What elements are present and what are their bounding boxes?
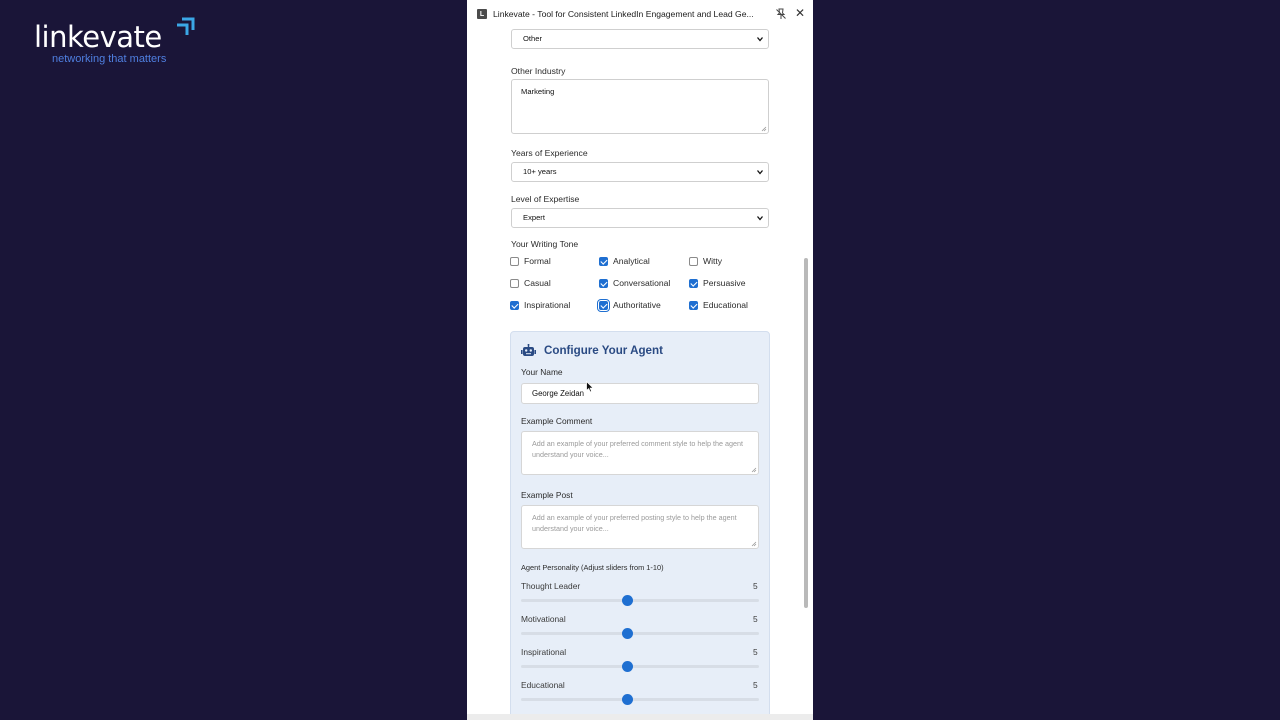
brand-tagline: networking that matters — [52, 53, 167, 65]
expertise-select[interactable]: Expert — [511, 208, 769, 228]
example-comment-field[interactable]: Add an example of your preferred comment… — [521, 431, 759, 475]
scrollbar-thumb[interactable] — [804, 258, 808, 608]
slider-thumb[interactable] — [621, 694, 633, 705]
chevron-down-icon — [757, 170, 763, 175]
other-industry-label: Other Industry — [511, 66, 566, 76]
your-name-input[interactable]: George Zeidan — [521, 383, 759, 404]
checkbox[interactable] — [689, 278, 698, 288]
tone-checkbox-formal[interactable]: Formal — [510, 256, 551, 266]
extension-panel: L Linkevate - Tool for Consistent Linked… — [467, 0, 813, 720]
tone-label: Your Writing Tone — [511, 239, 579, 249]
tone-option-label: Witty — [703, 256, 723, 266]
other-industry-value: Marketing — [521, 87, 555, 96]
resize-handle-icon[interactable] — [751, 467, 757, 473]
slider-value-educational: 5 — [753, 680, 758, 690]
checkbox[interactable] — [689, 300, 698, 310]
years-label: Years of Experience — [511, 148, 588, 158]
tone-option-label: Formal — [524, 256, 551, 266]
slider-label-inspirational: Inspirational — [521, 647, 567, 657]
close-icon[interactable]: ✕ — [795, 6, 805, 20]
checkbox[interactable] — [510, 300, 519, 310]
slider-value-inspirational: 5 — [753, 647, 758, 657]
example-post-placeholder: Add an example of your preferred posting… — [532, 513, 737, 533]
example-comment-placeholder: Add an example of your preferred comment… — [532, 439, 743, 459]
tone-option-label: Educational — [703, 300, 748, 310]
mouse-cursor-icon — [586, 381, 594, 393]
years-select-value: 10+ years — [523, 167, 557, 176]
tone-option-label: Casual — [524, 278, 551, 288]
tone-option-label: Inspirational — [524, 300, 571, 310]
tone-checkbox-conversational[interactable]: Conversational — [599, 278, 670, 288]
your-name-value: George Zeidan — [532, 389, 585, 398]
checkbox[interactable] — [510, 278, 519, 288]
slider-thumb[interactable] — [621, 661, 633, 672]
resize-handle-icon[interactable] — [761, 126, 767, 132]
tone-checkbox-witty[interactable]: Witty — [689, 256, 722, 266]
tone-checkbox-analytical[interactable]: Analytical — [599, 256, 650, 266]
expertise-select-value: Expert — [523, 213, 545, 222]
slider-value-motivational: 5 — [753, 614, 758, 624]
brand-logo: linkevate networking that matters — [34, 16, 204, 72]
slider-thumb[interactable] — [621, 628, 633, 639]
tone-checkbox-authoritative[interactable]: Authoritative — [597, 298, 661, 312]
slider-label-motivational: Motivational — [521, 614, 566, 624]
expertise-label: Level of Expertise — [511, 194, 580, 204]
slider-value-thought-leader: 5 — [753, 581, 758, 591]
brand-arrow-icon — [177, 17, 195, 35]
panel-bottom-edge — [467, 714, 813, 720]
resize-handle-icon[interactable] — [751, 541, 757, 547]
other-industry-field[interactable]: Marketing — [511, 79, 769, 134]
panel-title: Linkevate - Tool for Consistent LinkedIn… — [493, 9, 754, 19]
checkbox[interactable] — [599, 278, 608, 288]
tone-option-label: Conversational — [613, 278, 671, 288]
checkbox[interactable] — [597, 298, 610, 312]
slider-educational[interactable] — [521, 694, 759, 705]
tone-checkbox-educational[interactable]: Educational — [689, 300, 748, 310]
slider-label-thought-leader: Thought Leader — [521, 581, 581, 591]
chevron-down-icon — [757, 216, 763, 221]
agent-card-header: Configure Your Agent — [521, 344, 663, 357]
tone-checkbox-inspirational[interactable]: Inspirational — [510, 300, 570, 310]
agent-config-card: Configure Your Agent Your Name George Ze… — [510, 331, 770, 720]
agent-personality-label: Agent Personality (Adjust sliders from 1… — [521, 563, 664, 572]
example-comment-label: Example Comment — [521, 416, 593, 426]
robot-icon — [521, 344, 536, 356]
tone-option-label: Persuasive — [703, 278, 746, 288]
favicon-icon: L — [477, 9, 487, 19]
pin-off-icon[interactable] — [775, 8, 787, 20]
checkbox[interactable] — [599, 256, 608, 266]
slider-thumb[interactable] — [621, 595, 633, 606]
example-post-field[interactable]: Add an example of your preferred posting… — [521, 505, 759, 549]
tone-option-label: Analytical — [613, 256, 650, 266]
years-select[interactable]: 10+ years — [511, 162, 769, 182]
tone-checkbox-persuasive[interactable]: Persuasive — [689, 278, 746, 288]
industry-select-value: Other — [523, 34, 542, 43]
your-name-label: Your Name — [521, 367, 563, 377]
checkbox[interactable] — [689, 256, 698, 266]
slider-motivational[interactable] — [521, 628, 759, 639]
slider-inspirational[interactable] — [521, 661, 759, 672]
chevron-down-icon — [757, 37, 763, 42]
checkbox[interactable] — [510, 256, 519, 266]
slider-thought-leader[interactable] — [521, 595, 759, 606]
slider-label-educational: Educational — [521, 680, 565, 690]
example-post-label: Example Post — [521, 490, 573, 500]
tone-option-label: Authoritative — [613, 300, 661, 310]
tone-checkbox-casual[interactable]: Casual — [510, 278, 551, 288]
industry-select[interactable]: Other — [511, 29, 769, 49]
scrollbar[interactable] — [802, 28, 810, 714]
agent-card-title: Configure Your Agent — [544, 344, 663, 357]
brand-name: linkevate — [34, 20, 162, 54]
panel-titlebar: L Linkevate - Tool for Consistent Linked… — [467, 0, 813, 28]
